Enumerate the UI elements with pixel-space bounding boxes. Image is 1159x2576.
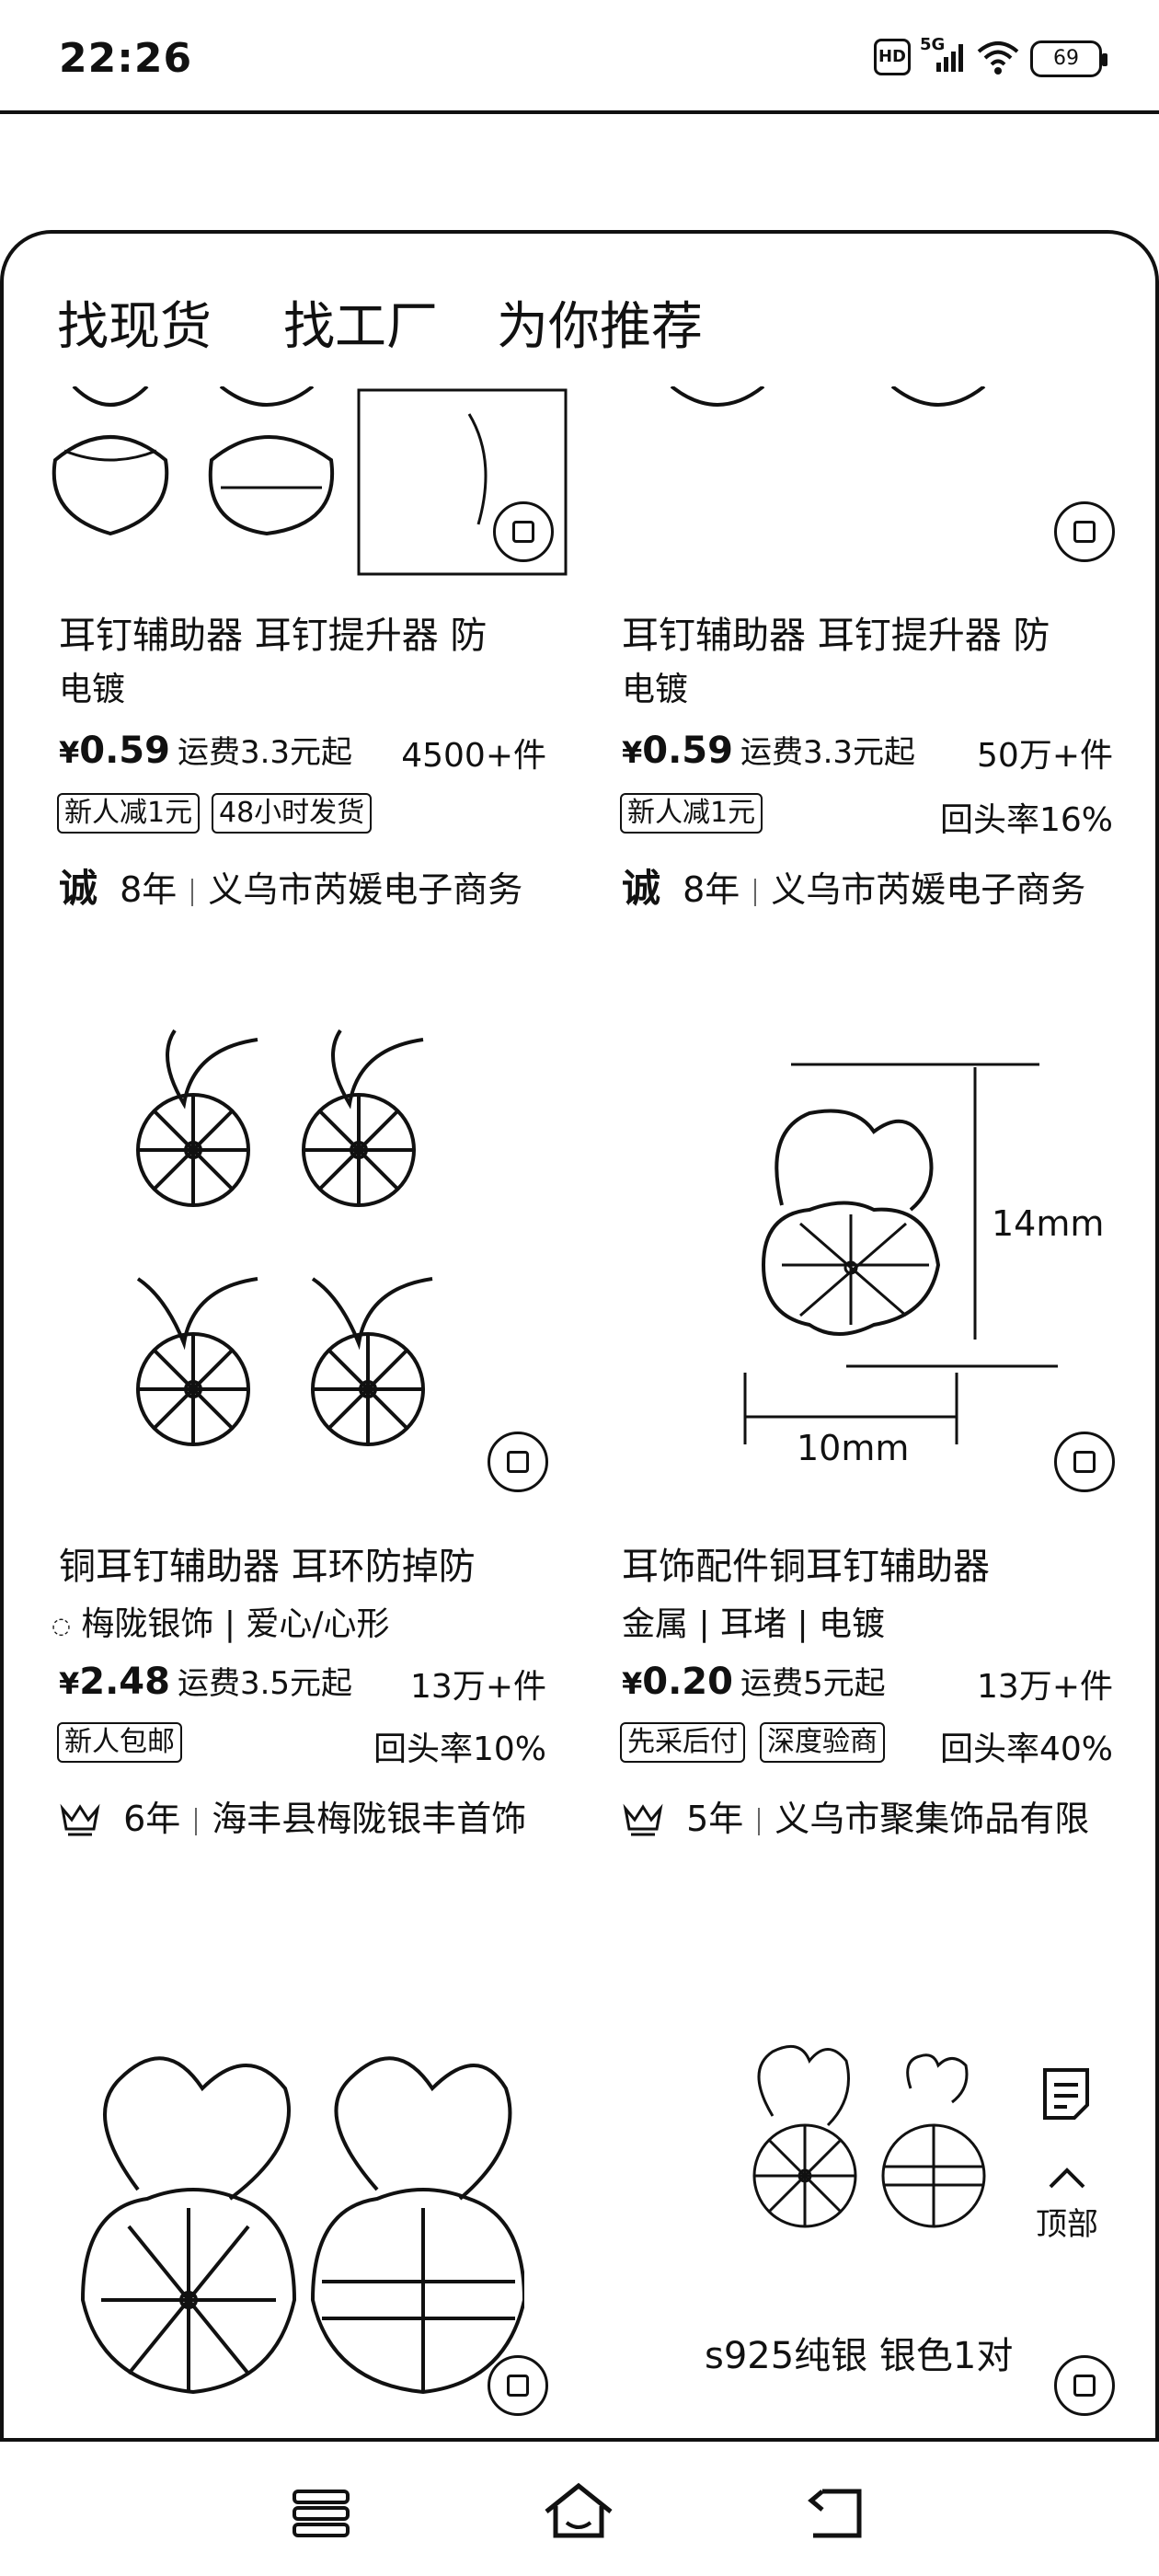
menu-icon[interactable] bbox=[291, 2488, 351, 2543]
cheng-integrity-icon: 诚 bbox=[59, 866, 98, 911]
image-search-icon[interactable] bbox=[488, 2355, 548, 2416]
promo-tag: 新人减1元 bbox=[620, 793, 763, 834]
price-value: 0.59 bbox=[642, 730, 733, 772]
currency-symbol: ¥ bbox=[622, 735, 643, 770]
product-attributes-text: 梅陇银饰 | 爱心/心形 bbox=[81, 1605, 390, 1643]
promo-tag: 先采后付 bbox=[620, 1722, 745, 1763]
repurchase-rate: 回头率10% bbox=[373, 1731, 546, 1768]
divider bbox=[191, 878, 194, 906]
shop-years: 8年 bbox=[683, 869, 740, 910]
product-image[interactable] bbox=[727, 1049, 1095, 1490]
product-price: ¥0.20 运费5元起 bbox=[622, 1658, 886, 1703]
product-image[interactable] bbox=[37, 1021, 570, 1481]
battery-icon: 69 bbox=[1030, 40, 1107, 77]
shipping-fee: 运费3.3元起 bbox=[740, 734, 916, 771]
shop-name: 义乌市芮媛电子商务 bbox=[771, 869, 1086, 910]
width-dimension: 10mm bbox=[797, 1428, 910, 1468]
product-attributes: 金属 | 耳堵 | 电镀 bbox=[622, 1605, 886, 1643]
price-value: 0.59 bbox=[79, 730, 170, 772]
system-nav-bar bbox=[0, 2438, 1159, 2576]
notes-icon[interactable] bbox=[1039, 2066, 1093, 2120]
shop-info[interactable]: 诚 8年 义乌市芮媛电子商务 bbox=[622, 857, 1085, 914]
product-title[interactable]: 耳饰配件铜耳钉辅助器 bbox=[622, 1536, 990, 1590]
price-value: 0.20 bbox=[642, 1661, 733, 1703]
sold-count: 13万+件 bbox=[977, 1668, 1113, 1706]
shop-info[interactable]: 诚 8年 义乌市芮媛电子商务 bbox=[59, 857, 522, 914]
shipping-fee: 运费3.3元起 bbox=[177, 734, 353, 771]
product-title[interactable]: 耳钉辅助器 耳钉提升器 防 bbox=[59, 605, 487, 659]
shop-info[interactable]: 6年 海丰县梅陇银丰首饰 bbox=[59, 1790, 526, 1841]
tab-factory[interactable]: 找工厂 bbox=[283, 285, 438, 360]
wifi-icon bbox=[975, 39, 1021, 75]
signal-5g-icon: 5G bbox=[920, 35, 964, 75]
image-search-icon[interactable] bbox=[488, 1432, 548, 1492]
clock: 22:26 bbox=[59, 35, 193, 82]
divider bbox=[754, 878, 757, 906]
product-image[interactable] bbox=[64, 2033, 527, 2420]
currency-symbol: ¥ bbox=[59, 1666, 80, 1701]
product-attributes: 电镀 bbox=[59, 671, 126, 708]
shipping-fee: 运费5元起 bbox=[740, 1665, 886, 1702]
back-to-top-button[interactable]: 顶部 bbox=[1030, 2162, 1104, 2244]
currency-symbol: ¥ bbox=[59, 735, 80, 770]
image-search-icon[interactable] bbox=[493, 501, 554, 562]
home-icon[interactable] bbox=[543, 2482, 614, 2545]
shop-years: 5年 bbox=[686, 1799, 744, 1839]
shop-name: 义乌市芮媛电子商务 bbox=[208, 869, 523, 910]
price-value: 2.48 bbox=[79, 1661, 170, 1703]
shop-name: 海丰县梅陇银丰首饰 bbox=[212, 1799, 527, 1839]
repurchase-rate: 回头率16% bbox=[939, 801, 1113, 839]
product-image[interactable] bbox=[37, 386, 570, 580]
product-title[interactable]: 耳钉辅助器 耳钉提升器 防 bbox=[622, 605, 1050, 659]
shop-brand-icon: ◌ bbox=[52, 1613, 71, 1639]
currency-symbol: ¥ bbox=[622, 1666, 643, 1701]
product-spec-label: s925纯银 银色1对 bbox=[705, 2335, 1014, 2377]
sold-count: 13万+件 bbox=[410, 1668, 546, 1706]
product-image[interactable] bbox=[736, 2042, 1012, 2245]
product-attributes: 电镀 bbox=[622, 671, 689, 708]
shop-years: 6年 bbox=[123, 1799, 181, 1839]
chevron-up-icon bbox=[1030, 2162, 1104, 2199]
shop-name: 义乌市聚集饰品有限 bbox=[775, 1799, 1090, 1839]
product-price: ¥0.59 运费3.3元起 bbox=[59, 727, 352, 772]
product-price: ¥0.59 运费3.3元起 bbox=[622, 727, 915, 772]
divider bbox=[758, 1807, 761, 1835]
sold-count: 50万+件 bbox=[977, 737, 1113, 775]
crown-shop-icon bbox=[622, 1799, 675, 1839]
promo-tag: 48小时发货 bbox=[212, 793, 373, 834]
back-to-top-label: 顶部 bbox=[1036, 2206, 1098, 2243]
product-title[interactable]: 铜耳钉辅助器 耳环防掉防 bbox=[59, 1536, 476, 1590]
sold-count: 4500+件 bbox=[401, 737, 546, 775]
hd-icon: HD bbox=[874, 39, 911, 75]
crown-shop-icon bbox=[59, 1799, 112, 1839]
promo-tag: 深度验商 bbox=[760, 1722, 885, 1763]
shop-info[interactable]: 5年 义乌市聚集饰品有限 bbox=[622, 1790, 1089, 1841]
image-search-icon[interactable] bbox=[1054, 1432, 1115, 1492]
image-search-icon[interactable] bbox=[1054, 2355, 1115, 2416]
cheng-integrity-icon: 诚 bbox=[622, 866, 661, 911]
image-search-icon[interactable] bbox=[1054, 501, 1115, 562]
tab-recommend[interactable]: 为你推荐 bbox=[497, 285, 703, 360]
shipping-fee: 运费3.5元起 bbox=[177, 1665, 353, 1702]
product-attributes: ◌ 梅陇银饰 | 爱心/心形 bbox=[52, 1597, 390, 1645]
repurchase-rate: 回头率40% bbox=[939, 1731, 1113, 1768]
shop-years: 8年 bbox=[120, 869, 178, 910]
tab-spot-goods[interactable]: 找现货 bbox=[57, 285, 212, 360]
promo-tag: 新人减1元 bbox=[57, 793, 201, 834]
back-icon[interactable] bbox=[806, 2486, 866, 2545]
promo-tag: 新人包邮 bbox=[57, 1722, 182, 1763]
divider bbox=[195, 1807, 198, 1835]
product-price: ¥2.48 运费3.5元起 bbox=[59, 1658, 352, 1703]
status-bar: 22:26 HD 5G 69 bbox=[0, 0, 1159, 114]
height-dimension: 14mm bbox=[992, 1203, 1105, 1244]
